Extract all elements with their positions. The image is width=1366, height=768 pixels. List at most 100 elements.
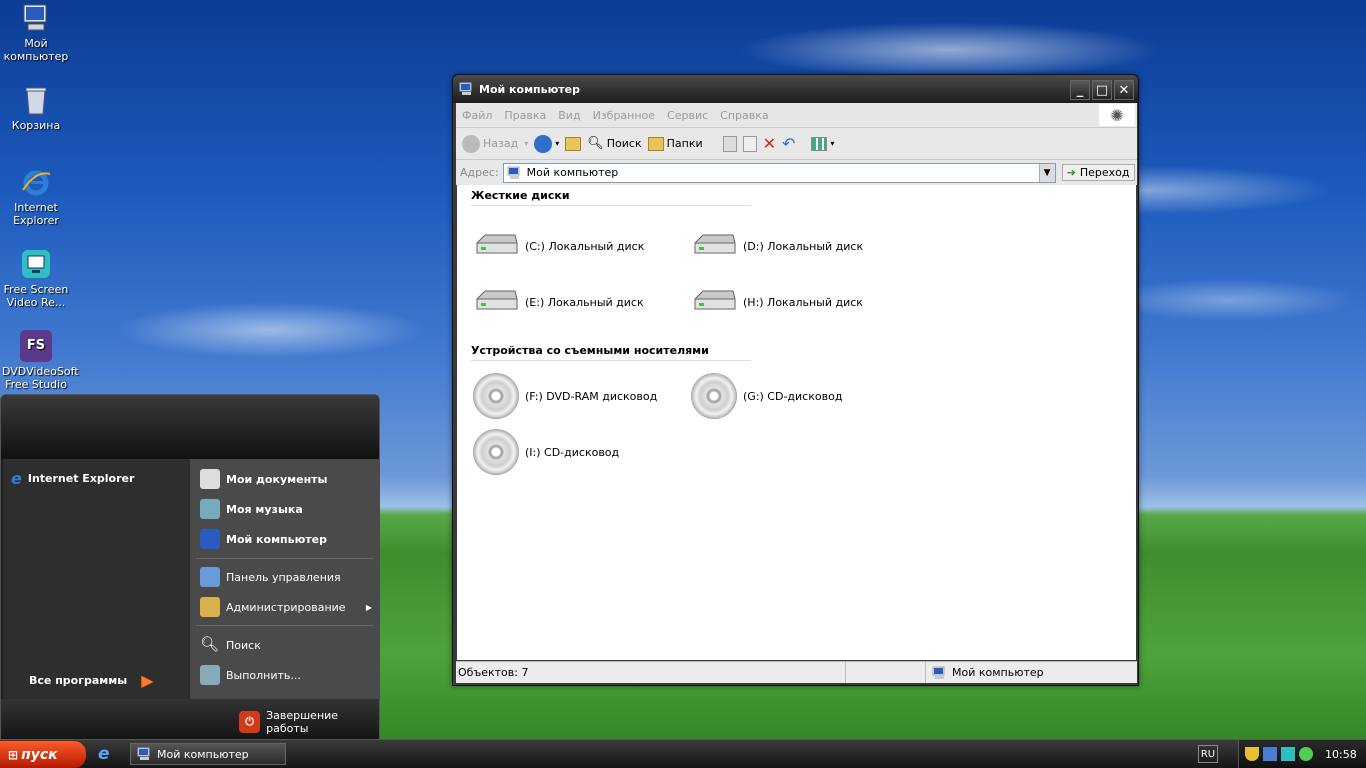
menu-divider [196,625,374,626]
arrow-right-icon: ▶ [141,671,154,690]
menu-tools[interactable]: Сервис [667,109,708,122]
drive-c[interactable]: (C:) Локальный диск [473,233,644,259]
desktop-icon-free-screen-video[interactable]: Free Screen Video Re... [2,248,70,309]
address-label: Адрес: [460,166,499,179]
run-icon [200,665,220,685]
menu-favorites[interactable]: Избранное [593,109,655,122]
views-button[interactable]: ▾ [811,136,835,151]
desktop-icon-ie[interactable]: Internet Explorer [2,166,70,227]
all-programs-label: Все программы [29,674,128,687]
menu-file[interactable]: Файл [462,109,492,122]
shutdown-label: Завершение работы [266,709,339,735]
my-music-item[interactable]: Моя музыка [200,499,303,519]
search-label: Поиск [606,137,642,150]
start-menu: e Internet Explorer Все программы ▶ Мои … [0,394,380,740]
language-indicator[interactable]: RU [1198,745,1218,763]
my-documents-item[interactable]: Мои документы [200,469,328,489]
pinned-internet-explorer[interactable]: e Internet Explorer [11,469,134,488]
menu-help[interactable]: Справка [720,109,768,122]
move-to-button[interactable] [722,135,737,152]
computer-icon [932,666,945,679]
my-music-icon [200,499,220,519]
shutdown-button[interactable]: ⏻ Завершение работы [239,709,379,735]
menu-divider [196,558,374,559]
computer-icon [23,4,47,31]
start-button[interactable]: ⊞ пуск [0,741,86,768]
quicklaunch-ie-icon[interactable]: e [98,744,110,764]
desktop-icon-my-computer[interactable]: Мой компьютер [2,2,70,63]
copy-to-icon [742,135,757,152]
hard-drive-icon [476,234,518,254]
start-menu-footer: ⏻ Завершение работы [1,699,379,739]
folder-up-icon [565,136,582,151]
drive-label: (H:) Локальный диск [743,295,863,309]
close-button[interactable]: ✕ [1114,80,1134,100]
search-icon: 🔍︎ [200,635,220,653]
window-titlebar[interactable]: Мой компьютер _ □ ✕ [453,75,1138,103]
chevron-down-icon: ▾ [555,139,560,148]
control-panel-icon [200,567,220,587]
folders-icon [647,136,664,151]
back-dropdown-icon[interactable]: ▾ [524,139,528,148]
drive-i[interactable]: (I:) CD-дисковод [473,429,619,475]
menu-item-label: Моя музыка [226,502,303,516]
move-to-icon [722,135,737,152]
administration-item[interactable]: Администрирование ▶ [200,597,372,617]
views-icon [811,136,828,151]
section-title-removable: Устройства со съемными носителями [471,344,751,361]
hard-drive-icon [694,290,736,310]
power-icon: ⏻ [239,711,261,733]
hard-drive-icon [694,234,736,254]
go-button[interactable]: ➜ Переход [1061,164,1135,181]
screen-recorder-tray-icon[interactable] [1281,747,1295,761]
desktop-icon-free-studio[interactable]: FS DVDVideoSoft Free Studio [2,330,79,391]
menu-view[interactable]: Вид [558,109,580,122]
desktop-icon-label: DVDVideoSoft Free Studio [2,365,79,391]
menu-edit[interactable]: Правка [504,109,546,122]
my-computer-item[interactable]: Мой компьютер [200,529,327,549]
delete-button[interactable]: ✕ [763,134,776,153]
search-button[interactable]: 🔍︎ Поиск [587,136,641,151]
chevron-down-icon: ▾ [830,139,835,148]
status-object-count: Объектов: 7 [458,666,529,679]
windows-logo-icon: ⊞ [8,747,19,762]
folders-button[interactable]: Папки [647,136,703,151]
taskbar-button-my-computer[interactable]: Мой компьютер [130,743,286,765]
control-panel-item[interactable]: Панель управления [200,567,341,587]
back-label: Назад [483,137,519,150]
safely-remove-icon[interactable] [1299,747,1313,761]
minimize-button[interactable]: _ [1070,80,1090,100]
search-item[interactable]: 🔍︎ Поиск [200,635,261,655]
security-shield-icon[interactable] [1245,747,1259,761]
submenu-arrow-icon: ▶ [365,602,372,612]
drive-d[interactable]: (D:) Локальный диск [691,233,863,259]
back-button[interactable]: Назад [462,134,519,153]
up-folder-button[interactable] [565,136,582,151]
network-icon[interactable] [1263,747,1277,761]
desktop-icon-recycle-bin[interactable]: Корзина [2,84,70,132]
start-menu-header [1,395,379,459]
run-item[interactable]: Выполнить... [200,665,301,685]
forward-button[interactable]: ▾ [534,134,560,153]
desktop-icon-label: Корзина [11,119,61,132]
menu-item-label: Администрирование [226,600,346,614]
drive-e[interactable]: (E:) Локальный диск [473,289,644,315]
drive-h[interactable]: (H:) Локальный диск [691,289,863,315]
drive-g[interactable]: (G:) CD-дисковод [691,373,842,419]
copy-to-button[interactable] [742,135,757,152]
ie-icon: e [11,469,22,488]
undo-button[interactable]: ↶ [782,134,795,153]
system-tray: 10:58 [1238,740,1366,768]
all-programs-button[interactable]: Все программы ▶ [29,671,154,690]
address-field[interactable]: Мой компьютер ▼ [502,162,1056,183]
pinned-label: Internet Explorer [27,472,135,485]
drive-f[interactable]: (F:) DVD-RAM дисковод [473,373,657,419]
drive-label: (C:) Локальный диск [525,239,645,253]
cd-drive-icon [691,373,737,419]
computer-icon [137,747,150,760]
admin-tools-icon [200,597,220,617]
go-label: Переход [1079,166,1130,179]
maximize-button[interactable]: □ [1092,80,1112,100]
drive-label: (F:) DVD-RAM дисковод [525,389,658,403]
address-dropdown-button[interactable]: ▼ [1038,163,1055,182]
